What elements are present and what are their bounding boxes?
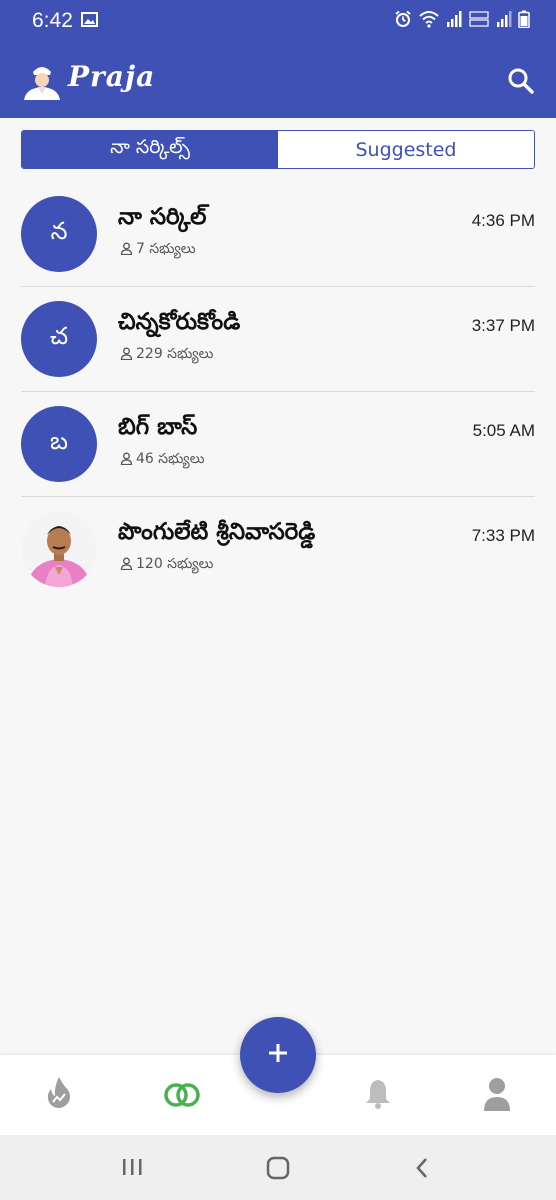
- plus-icon: [266, 1041, 290, 1069]
- last-activity-time: 4:36 PM: [471, 211, 535, 230]
- status-time: 6:42: [32, 9, 73, 32]
- signal-icon: [446, 10, 462, 32]
- gallery-notification-icon: [81, 12, 98, 31]
- praja-logo-icon: [20, 58, 64, 106]
- circle-row[interactable]: పొంగులేటి శ్రీనివాసరెడ్డి 120 సభ్యులు 7:…: [21, 497, 535, 601]
- last-activity-time: 5:05 AM: [472, 421, 535, 440]
- app-bar: Praja: [0, 42, 556, 118]
- member-count: 46 సభ్యులు: [120, 451, 204, 470]
- person-icon: [120, 557, 133, 574]
- recent-apps-icon[interactable]: [120, 1157, 144, 1181]
- member-count-text: 120 సభ్యులు: [136, 556, 214, 572]
- circle-avatar-photo: [21, 511, 97, 587]
- circle-name: చిన్నకోరుకోండి: [118, 309, 241, 335]
- circle-avatar: బ: [21, 406, 97, 482]
- notifications-bell-icon[interactable]: [364, 1077, 392, 1113]
- member-count: 120 సభ్యులు: [120, 556, 213, 575]
- tab-suggested[interactable]: Suggested: [278, 131, 534, 168]
- trending-icon[interactable]: [46, 1075, 72, 1113]
- status-bar: 6:42: [0, 0, 556, 42]
- member-count: 229 సభ్యులు: [120, 346, 213, 365]
- person-icon: [120, 347, 133, 364]
- circle-row[interactable]: చ చిన్నకోరుకోండి 229 సభ్యులు 3:37 PM: [21, 287, 535, 392]
- person-icon: [120, 242, 133, 259]
- circle-row[interactable]: న నా సర్కిల్ 7 సభ్యులు 4:36 PM: [21, 182, 535, 287]
- circle-list: న నా సర్కిల్ 7 సభ్యులు 4:36 PM చ చిన్నకో…: [0, 182, 556, 601]
- member-count-text: 7 సభ్యులు: [136, 241, 196, 257]
- circle-name: నా సర్కిల్: [118, 204, 207, 230]
- signal-icon-2: [496, 10, 512, 32]
- back-icon[interactable]: [414, 1156, 430, 1184]
- circles-tab-switcher: నా సర్కిల్స్ Suggested: [21, 130, 535, 169]
- member-count-text: 229 సభ్యులు: [136, 346, 214, 362]
- alarm-icon: [394, 10, 412, 32]
- battery-icon: [518, 10, 530, 32]
- circle-name: బిగ్ బాస్: [118, 414, 198, 440]
- create-circle-button[interactable]: [240, 1017, 316, 1093]
- last-activity-time: 7:33 PM: [471, 526, 535, 545]
- member-count-text: 46 సభ్యులు: [136, 451, 205, 467]
- app-title: Praja: [68, 60, 156, 93]
- circles-icon[interactable]: [163, 1081, 201, 1113]
- system-navigation-bar: [0, 1135, 556, 1200]
- member-count: 7 సభ్యులు: [120, 241, 196, 260]
- circle-avatar: న: [21, 196, 97, 272]
- search-icon[interactable]: [506, 66, 536, 96]
- volte-lte-icon: [468, 10, 490, 32]
- last-activity-time: 3:37 PM: [471, 316, 535, 335]
- tab-my-circles[interactable]: నా సర్కిల్స్: [22, 131, 278, 168]
- person-icon: [120, 452, 133, 469]
- wifi-icon: [418, 10, 440, 32]
- circle-name: పొంగులేటి శ్రీనివాసరెడ్డి: [118, 519, 316, 545]
- home-icon[interactable]: [266, 1156, 290, 1184]
- profile-icon[interactable]: [483, 1077, 511, 1115]
- circle-avatar: చ: [21, 301, 97, 377]
- status-icons: [394, 10, 530, 32]
- circle-row[interactable]: బ బిగ్ బాస్ 46 సభ్యులు 5:05 AM: [21, 392, 535, 497]
